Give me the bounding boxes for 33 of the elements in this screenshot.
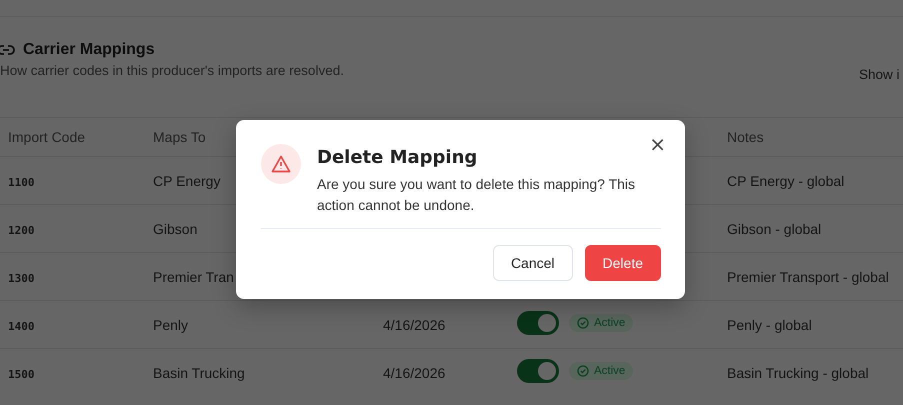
import-code: 1500 [8, 368, 34, 380]
date-cell: 4/16/2026 [383, 316, 446, 332]
warning-icon [261, 144, 301, 184]
dialog-message: Are you sure you want to delete this mapping? This action cannot be undone. [317, 175, 636, 215]
table-cell: Premier Tran [153, 268, 234, 284]
link-icon [0, 44, 15, 56]
table-cell: Basin Trucking - global [727, 364, 869, 380]
column-header: Import Code [0, 118, 145, 156]
check-circle-icon [577, 317, 589, 329]
delete-button[interactable]: Delete [584, 245, 661, 281]
import-code: 1400 [8, 320, 34, 332]
table-cell: Gibson [153, 220, 198, 236]
table-cell: Gibson - global [727, 220, 822, 236]
table-cell: Basin Trucking [153, 364, 245, 380]
toggle-switch[interactable] [517, 311, 559, 335]
section-subtitle: How carrier codes in this producer's imports are resolved. [0, 63, 344, 78]
check-circle-icon [577, 365, 589, 377]
status-badge: Active [569, 314, 634, 332]
section-title: Carrier Mappings [23, 41, 155, 59]
cancel-button[interactable]: Cancel [492, 245, 573, 281]
column-header: Notes [719, 118, 903, 156]
close-button[interactable]: × [647, 134, 668, 154]
table-cell: Penly - global [727, 316, 812, 332]
table-cell: Premier Transport - global [727, 268, 889, 284]
table-cell: CP Energy [153, 172, 220, 188]
table-cell: CP Energy - global [727, 172, 844, 188]
import-code: 1200 [8, 224, 34, 236]
import-code: 1100 [8, 176, 34, 188]
import-code: 1300 [8, 272, 34, 284]
date-cell: 4/16/2026 [383, 364, 446, 380]
table-cell: Penly [153, 316, 188, 332]
toggle-switch[interactable] [517, 359, 559, 383]
status-badge: Active [569, 362, 634, 380]
